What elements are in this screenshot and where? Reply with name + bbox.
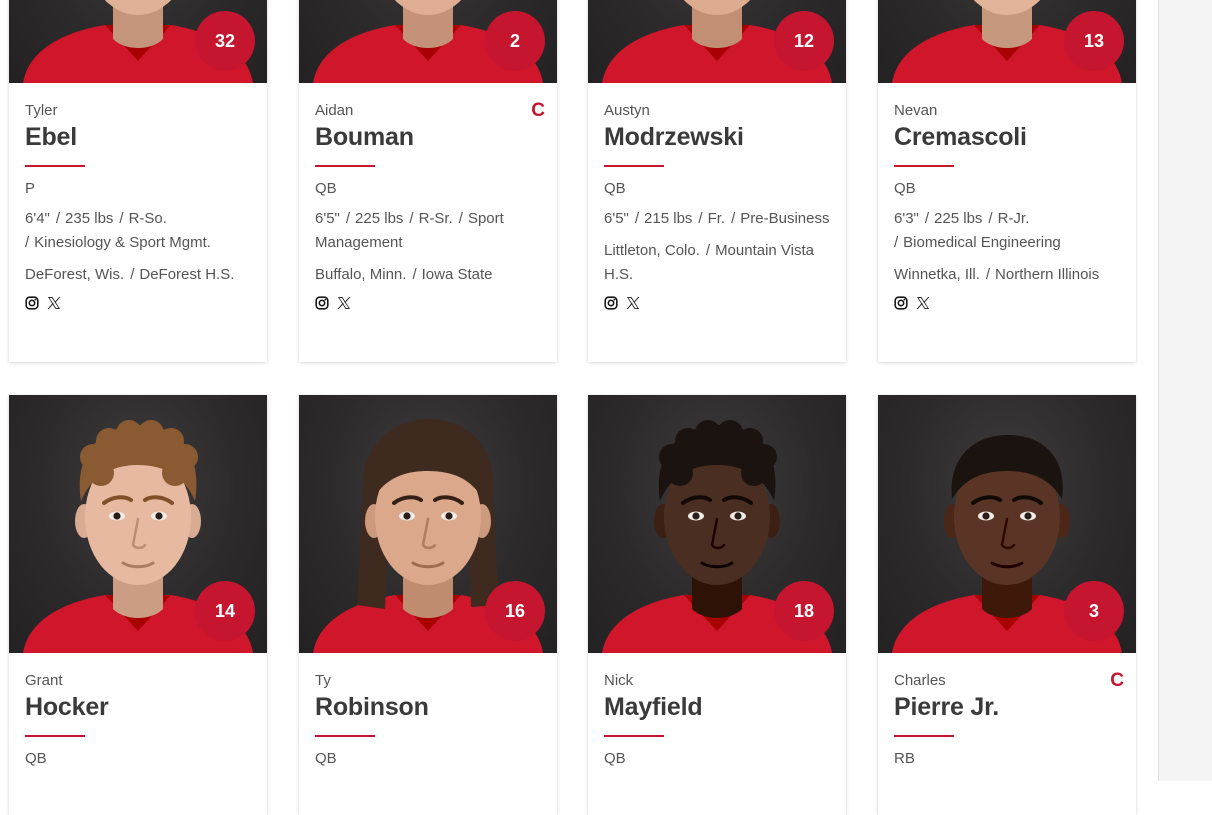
player-card[interactable]: 12 Austyn Modrzewski QB 6'5"/215 lbs / Fr.… (588, 0, 846, 362)
instagram-icon[interactable] (894, 296, 908, 310)
player-previous-school: DeForest H.S. (139, 266, 235, 283)
accent-divider (894, 735, 954, 737)
player-weight: 225 lbs (934, 210, 983, 227)
player-last-name[interactable]: Robinson (315, 692, 541, 722)
jersey-number-badge: 13 (1064, 11, 1124, 71)
player-hometown: Littleton, Colo. (604, 242, 700, 259)
player-vitals: 6'4"/235 lbs / R-So. / Kinesiology & Sport M… (25, 210, 211, 251)
player-vitals: 6'3"/225 lbs / R-Jr. / Biomedical Engineerin… (894, 210, 1061, 251)
jersey-number-badge: 18 (774, 581, 834, 641)
accent-divider (315, 165, 375, 167)
player-year: R-Sr. (418, 210, 453, 227)
player-height: 6'4" (25, 210, 50, 227)
accent-divider (604, 735, 664, 737)
jersey-number-badge: 12 (774, 11, 834, 71)
player-last-name[interactable]: Ebel (25, 122, 251, 152)
player-vitals: 6'5"/215 lbs / Fr. / Pre-Business (604, 210, 830, 227)
accent-divider (894, 165, 954, 167)
player-first-name: Charles (894, 672, 946, 689)
player-hometown: Winnetka, Ill. (894, 266, 980, 283)
social-links (25, 296, 251, 310)
player-first-name: Ty (315, 672, 331, 689)
player-previous-school: Northern Illinois (995, 266, 1100, 283)
player-card[interactable]: 13 Nevan Cremascoli QB 6'3"/225 lbs / R-Jr… (878, 0, 1136, 362)
player-card[interactable]: 3 C Charles Pierre Jr. RB (878, 395, 1136, 815)
accent-divider (25, 165, 85, 167)
player-major: Kinesiology & Sport Mgmt. (34, 234, 211, 251)
player-first-name: Austyn (604, 102, 650, 119)
player-last-name[interactable]: Hocker (25, 692, 251, 722)
player-vitals: 6'5"/225 lbs / R-Sr. / Sport Management (315, 210, 504, 251)
player-card[interactable]: 18 Nick Mayfield QB (588, 395, 846, 815)
social-links (604, 296, 830, 310)
player-card[interactable]: 32 Tyler Ebel P 6'4"/235 lbs / R-So. / Kines… (9, 0, 267, 362)
jersey-number-badge: 14 (195, 581, 255, 641)
player-origin: DeForest, Wis. / DeForest H.S. (25, 266, 235, 283)
player-first-name: Aidan (315, 102, 354, 119)
player-origin: Winnetka, Ill. / Northern Illinois (894, 266, 1100, 283)
player-height: 6'5" (604, 210, 629, 227)
player-origin: Littleton, Colo. / Mountain Vista H.S. (604, 242, 815, 283)
player-first-name: Grant (25, 672, 63, 689)
accent-divider (604, 165, 664, 167)
player-weight: 235 lbs (65, 210, 114, 227)
player-hometown: DeForest, Wis. (25, 266, 125, 283)
player-first-name: Nick (604, 672, 634, 689)
instagram-icon[interactable] (25, 296, 39, 310)
player-position: QB (604, 750, 626, 767)
page-side-rail (1158, 0, 1212, 781)
player-last-name[interactable]: Mayfield (604, 692, 830, 722)
player-position: RB (894, 750, 915, 767)
x-twitter-icon[interactable] (337, 296, 351, 310)
player-position: QB (315, 750, 337, 767)
player-weight: 225 lbs (355, 210, 404, 227)
player-height: 6'3" (894, 210, 919, 227)
accent-divider (25, 735, 85, 737)
player-major: Pre-Business (740, 210, 830, 227)
jersey-number-badge: 32 (195, 11, 255, 71)
player-card[interactable]: 16 Ty Robinson QB (299, 395, 557, 815)
social-links (894, 296, 1120, 310)
jersey-number-badge: 2 (485, 11, 545, 71)
player-last-name[interactable]: Modrzewski (604, 122, 830, 152)
social-links (315, 296, 541, 310)
player-height: 6'5" (315, 210, 340, 227)
player-weight: 215 lbs (644, 210, 693, 227)
player-year: Fr. (707, 210, 726, 227)
player-position: QB (315, 180, 337, 197)
captain-badge: C (1110, 670, 1124, 691)
player-first-name: Nevan (894, 102, 938, 119)
instagram-icon[interactable] (604, 296, 618, 310)
jersey-number-badge: 16 (485, 581, 545, 641)
player-card[interactable]: 2 C Aidan Bouman QB 6'5"/225 lbs / R-Sr. / S… (299, 0, 557, 362)
player-position: P (25, 180, 36, 197)
player-hometown: Buffalo, Minn. (315, 266, 407, 283)
player-first-name: Tyler (25, 102, 58, 119)
instagram-icon[interactable] (315, 296, 329, 310)
x-twitter-icon[interactable] (916, 296, 930, 310)
jersey-number-badge: 3 (1064, 581, 1124, 641)
player-last-name[interactable]: Pierre Jr. (894, 692, 1120, 722)
x-twitter-icon[interactable] (626, 296, 640, 310)
player-year: R-Jr. (997, 210, 1030, 227)
player-last-name[interactable]: Bouman (315, 122, 541, 152)
player-previous-school: Iowa State (421, 266, 493, 283)
player-year: R-So. (128, 210, 167, 227)
player-card[interactable]: 14 Grant Hocker QB (9, 395, 267, 815)
accent-divider (315, 735, 375, 737)
player-position: QB (894, 180, 916, 197)
player-origin: Buffalo, Minn. / Iowa State (315, 266, 493, 283)
x-twitter-icon[interactable] (47, 296, 61, 310)
captain-badge: C (531, 100, 545, 121)
player-last-name[interactable]: Cremascoli (894, 122, 1120, 152)
player-position: QB (604, 180, 626, 197)
roster-grid: 32 Tyler Ebel P 6'4"/235 lbs / R-So. / Kines… (0, 0, 1158, 815)
player-major: Biomedical Engineering (903, 234, 1061, 251)
player-position: QB (25, 750, 47, 767)
